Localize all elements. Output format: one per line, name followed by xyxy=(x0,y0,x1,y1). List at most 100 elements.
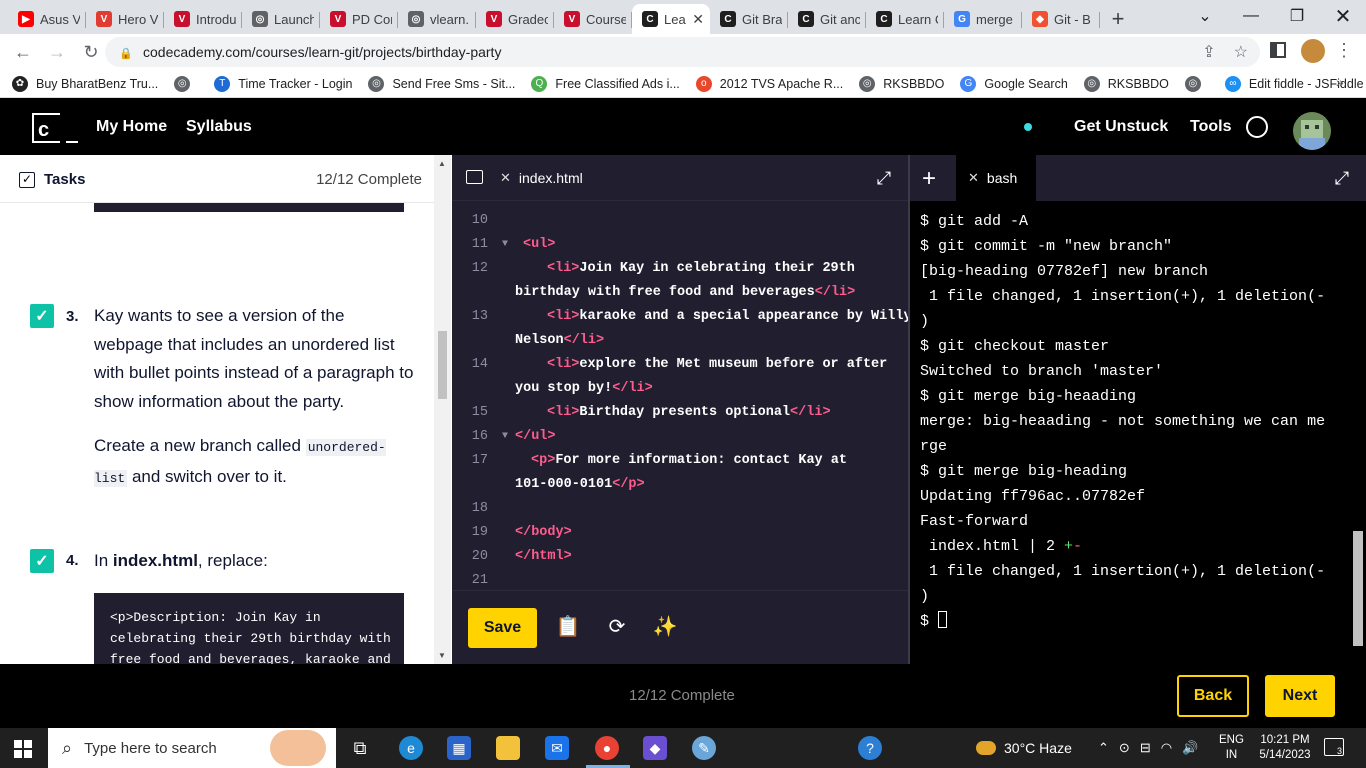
profile-avatar[interactable] xyxy=(1301,39,1325,63)
clipboard-icon[interactable]: 📋 xyxy=(554,613,582,641)
browser-tab[interactable]: ◆ Git - B xyxy=(1022,4,1100,34)
url-input[interactable]: 🔒 codecademy.com/courses/learn-git/proje… xyxy=(105,37,1260,67)
save-button[interactable]: Save xyxy=(468,608,537,648)
browser-tab[interactable]: CLearn C xyxy=(866,4,944,34)
tasks-header[interactable]: ✓ Tasks 12/12 Complete xyxy=(0,155,434,203)
new-tab-button[interactable]: + xyxy=(1100,4,1136,34)
browser-tab[interactable]: V PD Cor xyxy=(320,4,398,34)
wifi-icon[interactable]: ◠ xyxy=(1161,740,1172,756)
paint-icon[interactable]: ✎ xyxy=(692,736,716,760)
terminal-panel: + ✕ bash ⤢ $ git add -A $ git commit -m "n… xyxy=(908,155,1366,664)
notifications-icon[interactable]: 3 xyxy=(1324,738,1344,756)
bookmark-item[interactable]: o 2012 TVS Apache R... xyxy=(695,75,843,92)
expand-terminal-icon[interactable]: ⤢ xyxy=(1332,168,1352,188)
camera-icon[interactable]: ⊙ xyxy=(1119,740,1130,756)
fold-arrow-icon[interactable]: ▼ xyxy=(502,425,508,449)
bookmark-item[interactable]: ◎ RKSBBDO xyxy=(1083,75,1169,92)
bookmark-item[interactable]: T Time Tracker - Login xyxy=(214,75,352,92)
bookmark-item[interactable]: ◎ RKSBBDO xyxy=(859,75,944,92)
browser-tab[interactable]: Gmerge xyxy=(944,4,1022,34)
file-tab[interactable]: ✕ index.html xyxy=(500,155,583,201)
code-area[interactable]: 10 11 ▼ <ul> 12 <li>Join Kay in celebrating t… xyxy=(452,201,908,590)
bookmark-item[interactable]: Q Free Classified Ads i... xyxy=(531,75,680,92)
taskbar-search-input[interactable]: ⌕ Type here to search xyxy=(48,728,336,768)
clock[interactable]: 10:21 PM 5/14/2023 xyxy=(1258,733,1312,763)
store-icon[interactable]: ▦ xyxy=(447,736,471,760)
browser-tab[interactable]: ◎ vlearn. xyxy=(398,4,476,34)
task-3-checkbox[interactable]: ✓ xyxy=(30,304,54,328)
chrome-icon[interactable]: ● xyxy=(595,736,619,760)
reset-icon[interactable]: ⟳ xyxy=(603,613,631,641)
task-4-checkbox[interactable]: ✓ xyxy=(30,549,54,573)
nav-my-home[interactable]: My Home xyxy=(96,118,167,136)
expand-editor-icon[interactable]: ⤢ xyxy=(874,168,894,188)
system-tray[interactable]: ⌃ ⊙ ⊟ ◠ 🔊 xyxy=(1098,740,1198,756)
tasks-scrollbar[interactable]: ▲ ▼ xyxy=(434,155,451,664)
bookmark-item[interactable]: ◎ xyxy=(1184,75,1209,92)
side-panel-icon[interactable] xyxy=(1270,42,1286,58)
close-tab-icon[interactable]: ✕ xyxy=(692,11,704,28)
menu-kebab-icon[interactable]: ⋮ xyxy=(1335,40,1353,61)
bookmark-item[interactable]: ◎ Send Free Sms - Sit... xyxy=(368,75,515,92)
browser-tab[interactable]: ◎ Launch xyxy=(242,4,320,34)
code-line: 16 ▼ </ul> xyxy=(452,425,908,449)
help-icon[interactable]: ? xyxy=(858,736,882,760)
terminal-scrollbar[interactable] xyxy=(1350,201,1366,664)
weather-icon xyxy=(976,741,996,755)
nav-syllabus[interactable]: Syllabus xyxy=(186,118,252,136)
new-terminal-icon[interactable]: + xyxy=(922,165,936,193)
code-block-bottom xyxy=(94,203,404,212)
app-icon[interactable]: ◆ xyxy=(643,736,667,760)
reload-icon[interactable]: ↻ xyxy=(74,35,108,69)
network-icon[interactable]: ⊟ xyxy=(1140,740,1151,756)
file-explorer-icon[interactable] xyxy=(496,736,520,760)
codecademy-logo[interactable]: c xyxy=(32,113,78,143)
fold-arrow-icon[interactable]: ▼ xyxy=(502,233,508,257)
windows-start-icon[interactable] xyxy=(14,740,32,758)
forward-arrow-icon[interactable]: → xyxy=(40,35,74,69)
folder-icon[interactable] xyxy=(466,170,483,184)
browser-tab[interactable]: ▶ Asus V xyxy=(8,4,86,34)
back-button[interactable]: Back xyxy=(1177,675,1249,717)
browser-tab[interactable]: C Git anc xyxy=(788,4,866,34)
share-icon[interactable]: ⇪ xyxy=(1202,42,1215,62)
minimize-button[interactable]: — xyxy=(1228,0,1274,32)
alarm-clock-icon[interactable] xyxy=(1246,116,1268,138)
code-line: you stop by!</li> xyxy=(515,381,653,396)
close-bash-icon[interactable]: ✕ xyxy=(968,170,979,186)
tab-search-icon[interactable]: ⌄ xyxy=(1182,0,1228,32)
get-unstuck-button[interactable]: Get Unstuck xyxy=(1074,118,1168,136)
bookmark-icon: ◎ xyxy=(368,75,385,92)
chevron-up-icon[interactable]: ⌃ xyxy=(1098,740,1109,756)
user-avatar[interactable] xyxy=(1293,112,1331,150)
volume-icon[interactable]: 🔊 xyxy=(1182,740,1198,756)
next-button[interactable]: Next xyxy=(1265,675,1335,717)
tools-button[interactable]: Tools xyxy=(1190,118,1231,136)
bookmark-item[interactable]: ✿ Buy BharatBenz Tru... xyxy=(12,75,158,92)
browser-tab[interactable]: V Course xyxy=(554,4,632,34)
bookmarks-overflow-icon[interactable]: » xyxy=(1336,74,1344,90)
task-view-icon[interactable]: ⧉ xyxy=(348,736,372,760)
bookmark-star-icon[interactable]: ☆ xyxy=(1234,42,1248,62)
tasks-panel: ✓ Tasks 12/12 Complete ✓ 3. Kay wants to… xyxy=(0,155,452,664)
close-file-icon[interactable]: ✕ xyxy=(500,170,511,186)
mail-icon[interactable]: ✉ xyxy=(545,736,569,760)
browser-tab[interactable]: C Git Bra xyxy=(710,4,788,34)
lesson-footer: 12/12 Complete Back Next xyxy=(0,664,1366,728)
edge-icon[interactable]: e xyxy=(399,736,423,760)
close-window-button[interactable]: ✕ xyxy=(1320,0,1366,32)
browser-tab[interactable]: V Introdu xyxy=(164,4,242,34)
maximize-button[interactable]: ❐ xyxy=(1274,0,1320,32)
magic-wand-icon[interactable]: ✨ xyxy=(651,613,679,641)
terminal-line: Fast-forward xyxy=(920,513,1029,530)
language-indicator[interactable]: ENG IN xyxy=(1219,733,1244,763)
terminal-output[interactable]: $ git add -A $ git commit -m "new branch"… xyxy=(910,201,1350,664)
browser-tab[interactable]: V Gradec xyxy=(476,4,554,34)
bookmark-item[interactable]: G Google Search xyxy=(960,75,1068,92)
browser-tab[interactable]: C Lea ✕ xyxy=(632,4,710,34)
weather-widget[interactable]: 30°C Haze xyxy=(976,740,1072,756)
bookmark-item[interactable]: ◎ xyxy=(174,75,198,92)
back-arrow-icon[interactable]: ← xyxy=(6,35,40,69)
browser-tab[interactable]: V Hero V xyxy=(86,4,164,34)
bash-tab[interactable]: ✕ bash xyxy=(956,155,1036,201)
